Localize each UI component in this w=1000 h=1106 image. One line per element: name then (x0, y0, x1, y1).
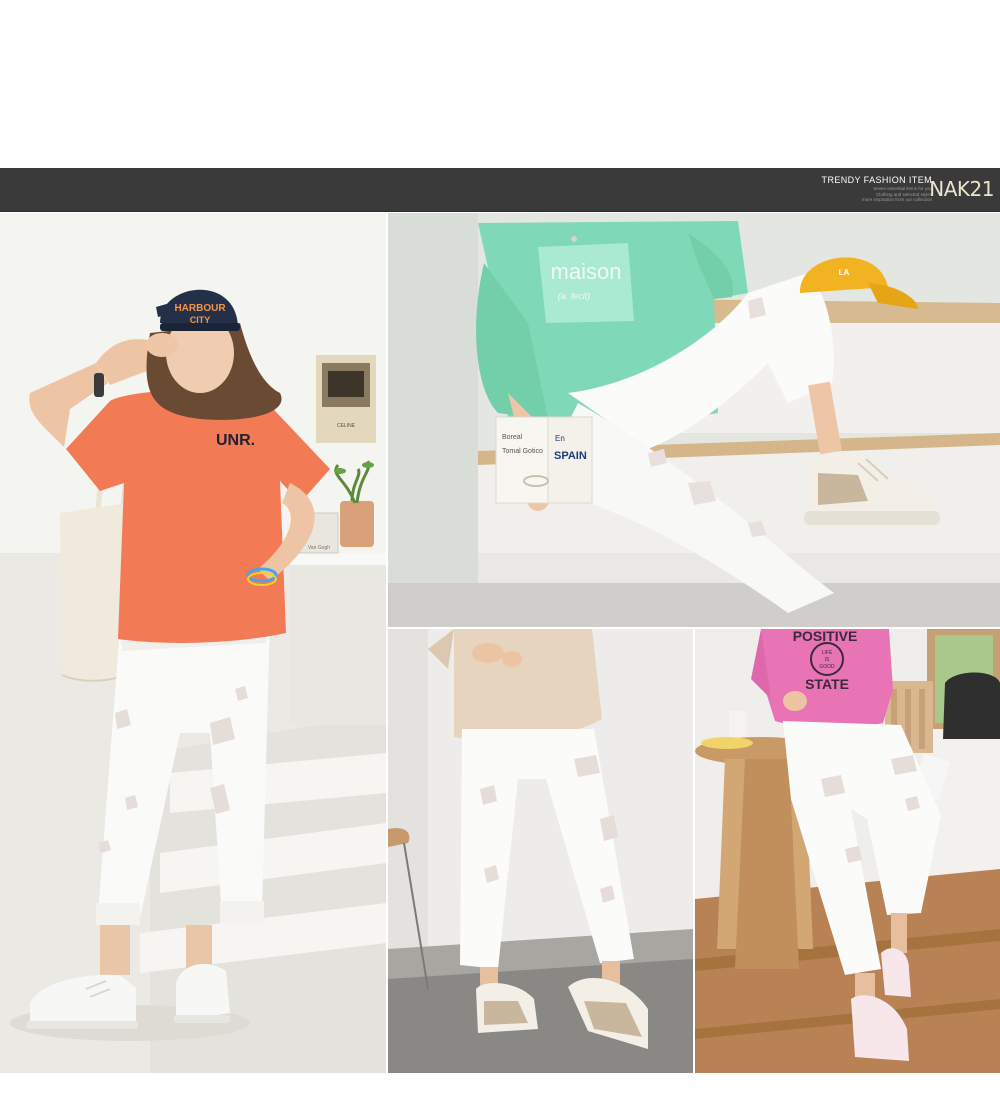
cap-text-line1: HARBOUR (174, 303, 226, 314)
beige-tee (428, 629, 602, 741)
wall-poster: CELINE (316, 355, 376, 443)
top-whitespace (0, 0, 1000, 168)
book-title-prefix: En (555, 434, 565, 443)
product-photo-orange-tee: CELINE Van Gogh UNR. HARBOUR CITY (0, 213, 386, 1073)
sweatshirt-top-text: POSITIVE (793, 629, 858, 644)
bottom-whitespace (0, 1073, 1000, 1106)
poster-caption: CELINE (337, 423, 356, 429)
cap-logo: LA (839, 268, 850, 277)
badge-text: GOOD (819, 664, 835, 670)
black-bag (943, 672, 1000, 739)
book-title: SPAIN (554, 450, 587, 462)
badge-text: LIFE (822, 650, 833, 656)
trendy-fashion-banner: TRENDY FASHION ITEM Seven essential item… (0, 168, 1000, 212)
brand-logo: NAK21 (929, 177, 994, 201)
book-spain: En SPAIN Boreal Tomal Gotico (495, 416, 593, 504)
banner-subtitle-line: more inspiration from our collection (861, 197, 932, 202)
book-side-text: Boreal (502, 434, 523, 441)
frame-caption: Van Gogh (308, 545, 330, 551)
book-side-text: Tomal Gotico (502, 448, 543, 455)
sweatshirt-bottom-text: STATE (805, 676, 849, 692)
sweatshirt-print-subtext: (a. fecit) (558, 291, 591, 301)
sweatshirt-print-text: maison (551, 259, 622, 284)
product-photo-mint-sweatshirt: maison (a. fecit) En SPAIN Boreal Tomal … (388, 213, 1000, 627)
cap-text-line2: CITY (190, 315, 211, 325)
tee-print-text: UNR. (216, 432, 255, 449)
banner-title: TRENDY FASHION ITEM (821, 175, 932, 185)
badge-text: IS (825, 657, 830, 663)
banner-text-block: TRENDY FASHION ITEM Seven essential item… (822, 175, 932, 203)
product-photo-beige-tee (388, 629, 693, 1073)
product-photo-pink-sweatshirt: POSITIVE LIFE IS GOOD STATE (695, 629, 1000, 1073)
